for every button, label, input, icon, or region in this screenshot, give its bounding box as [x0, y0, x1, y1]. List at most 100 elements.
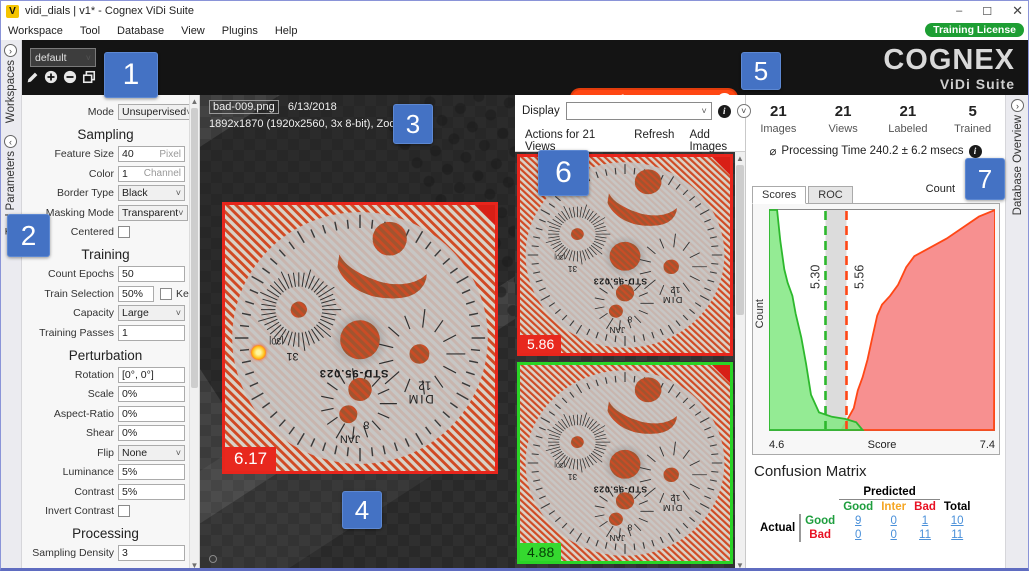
- close-icon[interactable]: ✕: [1012, 3, 1023, 19]
- display-filter-select[interactable]: ˅: [566, 102, 712, 120]
- shear-input[interactable]: 0%: [118, 425, 185, 441]
- stat-value: 21: [746, 103, 811, 120]
- view-thumbnail-2[interactable]: STD-95.02312DIM8JAN|30|314.88: [517, 362, 733, 564]
- view-navigator-dot[interactable]: [209, 555, 217, 563]
- remove-workspace-icon[interactable]: [63, 70, 77, 84]
- scroll-down-icon[interactable]: ▼: [190, 559, 199, 571]
- workspace-selector-value: default: [35, 52, 67, 64]
- scale-input[interactable]: 0%: [118, 386, 185, 402]
- training-passes-value: 1: [122, 327, 128, 339]
- feature-size-input[interactable]: 40Pixel: [118, 146, 185, 162]
- cm-value-bad-inter[interactable]: 0: [877, 528, 910, 542]
- thumbnails-scrollbar[interactable]: ▲ ▼: [735, 152, 745, 571]
- view-score-badge: 6.17: [225, 447, 276, 471]
- invert-contrast-checkbox[interactable]: [118, 505, 130, 517]
- param-row-invert-contrast: Invert Contrast: [26, 503, 185, 519]
- collapse-tool-parameters-icon[interactable]: ‹: [4, 135, 17, 148]
- tab-roc[interactable]: ROC: [808, 186, 852, 204]
- cm-total-bad[interactable]: 11: [940, 528, 975, 542]
- expand-workspaces-icon[interactable]: ›: [4, 44, 17, 57]
- feature-size-value: 40: [122, 148, 134, 160]
- rotation-input[interactable]: [0°, 0°]: [118, 367, 185, 383]
- scores-chart: Count 5.305.56 4.6 Score 7.4: [752, 203, 1000, 455]
- svg-text:|30|: |30|: [554, 253, 566, 260]
- svg-text:8: 8: [363, 418, 369, 430]
- shear-value: 0%: [122, 427, 137, 439]
- workspaces-strip-label[interactable]: Workspaces: [5, 60, 17, 123]
- info-icon[interactable]: i: [969, 145, 982, 158]
- stat-labeled: 21Labeled: [876, 103, 941, 135]
- edit-pencil-icon[interactable]: [26, 71, 39, 84]
- scrollbar-thumb[interactable]: [191, 108, 198, 388]
- menu-item-plugins[interactable]: Plugins: [222, 25, 258, 37]
- svg-text:12: 12: [418, 378, 431, 391]
- aspect-ratio-input[interactable]: 0%: [118, 406, 185, 422]
- count-epochs-input[interactable]: 50: [118, 266, 185, 282]
- parameters-scrollbar[interactable]: ▲ ▼: [189, 95, 199, 571]
- sampling-density-input[interactable]: 3: [118, 545, 185, 561]
- maximize-icon[interactable]: ☐: [982, 5, 992, 18]
- duplicate-workspace-icon[interactable]: [82, 70, 96, 84]
- scroll-up-icon[interactable]: ▲: [190, 95, 199, 107]
- x-tick-min: 4.6: [769, 439, 784, 451]
- border-type-select[interactable]: Black˅: [118, 185, 185, 201]
- annotation-badge-4: 4: [342, 491, 382, 529]
- annotation-badge-7: 7: [965, 158, 1005, 200]
- cm-value-good-inter[interactable]: 0: [877, 514, 910, 528]
- workspace-selector[interactable]: default ˅: [30, 48, 96, 67]
- add-workspace-icon[interactable]: [44, 70, 58, 84]
- training-passes-input[interactable]: 1: [118, 325, 185, 341]
- menu-item-database[interactable]: Database: [117, 25, 164, 37]
- chart-ylabel: Count: [754, 299, 766, 328]
- chevron-down-icon: ˅: [701, 106, 706, 116]
- cm-value-good-bad[interactable]: 1: [910, 514, 940, 528]
- centered-checkbox[interactable]: [118, 226, 130, 238]
- action-add-images[interactable]: Add Images: [689, 129, 745, 153]
- cm-value-bad-good[interactable]: 0: [839, 528, 877, 542]
- tab-scores[interactable]: Scores: [752, 186, 806, 204]
- cm-value-good-good[interactable]: 9: [839, 514, 877, 528]
- param-row-flip: FlipNone˅: [26, 445, 185, 461]
- action-refresh[interactable]: Refresh: [634, 129, 674, 153]
- vidi-suite-logo-text: ViDi Suite: [883, 76, 1015, 92]
- contrast-input[interactable]: 5%: [118, 484, 185, 500]
- processing-time-row: ⌀ Processing Time 240.2 ± 6.2 msecs i: [746, 144, 1005, 158]
- cm-total-good[interactable]: 10: [940, 514, 975, 528]
- scroll-up-icon[interactable]: ▲: [735, 152, 745, 164]
- train-selection-input[interactable]: 50%: [118, 286, 154, 302]
- contrast-value: 5%: [122, 486, 137, 498]
- info-icon[interactable]: i: [718, 105, 731, 118]
- luminance-input[interactable]: 5%: [118, 464, 185, 480]
- minimize-icon[interactable]: –: [956, 5, 962, 17]
- confusion-matrix-table: PredictedGoodInterBadTotalActualGood9011…: [754, 485, 998, 542]
- stat-value: 21: [876, 103, 941, 120]
- expand-database-overview-icon[interactable]: ›: [1011, 99, 1024, 112]
- keep-checkbox[interactable]: [160, 288, 172, 300]
- menu-item-tool[interactable]: Tool: [80, 25, 100, 37]
- scrollbar-thumb[interactable]: [736, 165, 744, 315]
- title-bar: V vidi_dials | v1* - Cognex ViDi Suite –…: [0, 0, 1029, 22]
- menu-item-view[interactable]: View: [181, 25, 205, 37]
- section-title-sampling: Sampling: [26, 127, 185, 142]
- flip-select[interactable]: None˅: [118, 445, 185, 461]
- color-input[interactable]: 1Channel: [118, 166, 185, 182]
- luminance-label: Luminance: [26, 466, 118, 478]
- analyzed-view-region[interactable]: STD-95.02312DIM8JAN|30|31 6.17: [222, 202, 498, 474]
- svg-text:JAN: JAN: [609, 325, 625, 334]
- menu-item-workspace[interactable]: Workspace: [8, 25, 63, 37]
- database-overview-strip-label[interactable]: Database Overview: [1012, 115, 1024, 215]
- image-filename[interactable]: bad-009.png: [209, 100, 279, 114]
- annotation-badge-2: 2: [7, 214, 50, 257]
- cm-value-bad-bad[interactable]: 11: [910, 528, 940, 542]
- menu-item-help[interactable]: Help: [275, 25, 298, 37]
- capacity-select[interactable]: Large˅: [118, 305, 185, 321]
- scores-distribution-plot[interactable]: 5.305.56: [769, 209, 995, 431]
- scroll-down-icon[interactable]: ▼: [735, 559, 745, 571]
- chevron-down-icon: ˅: [178, 208, 183, 218]
- svg-text:12: 12: [670, 285, 680, 295]
- mode-select[interactable]: Unsupervised˅: [118, 104, 195, 120]
- collapse-header-icon[interactable]: ˅: [737, 104, 751, 118]
- masking-mode-select[interactable]: Transparent˅: [118, 205, 188, 221]
- svg-text:DIM: DIM: [661, 295, 682, 305]
- luminance-value: 5%: [122, 466, 137, 478]
